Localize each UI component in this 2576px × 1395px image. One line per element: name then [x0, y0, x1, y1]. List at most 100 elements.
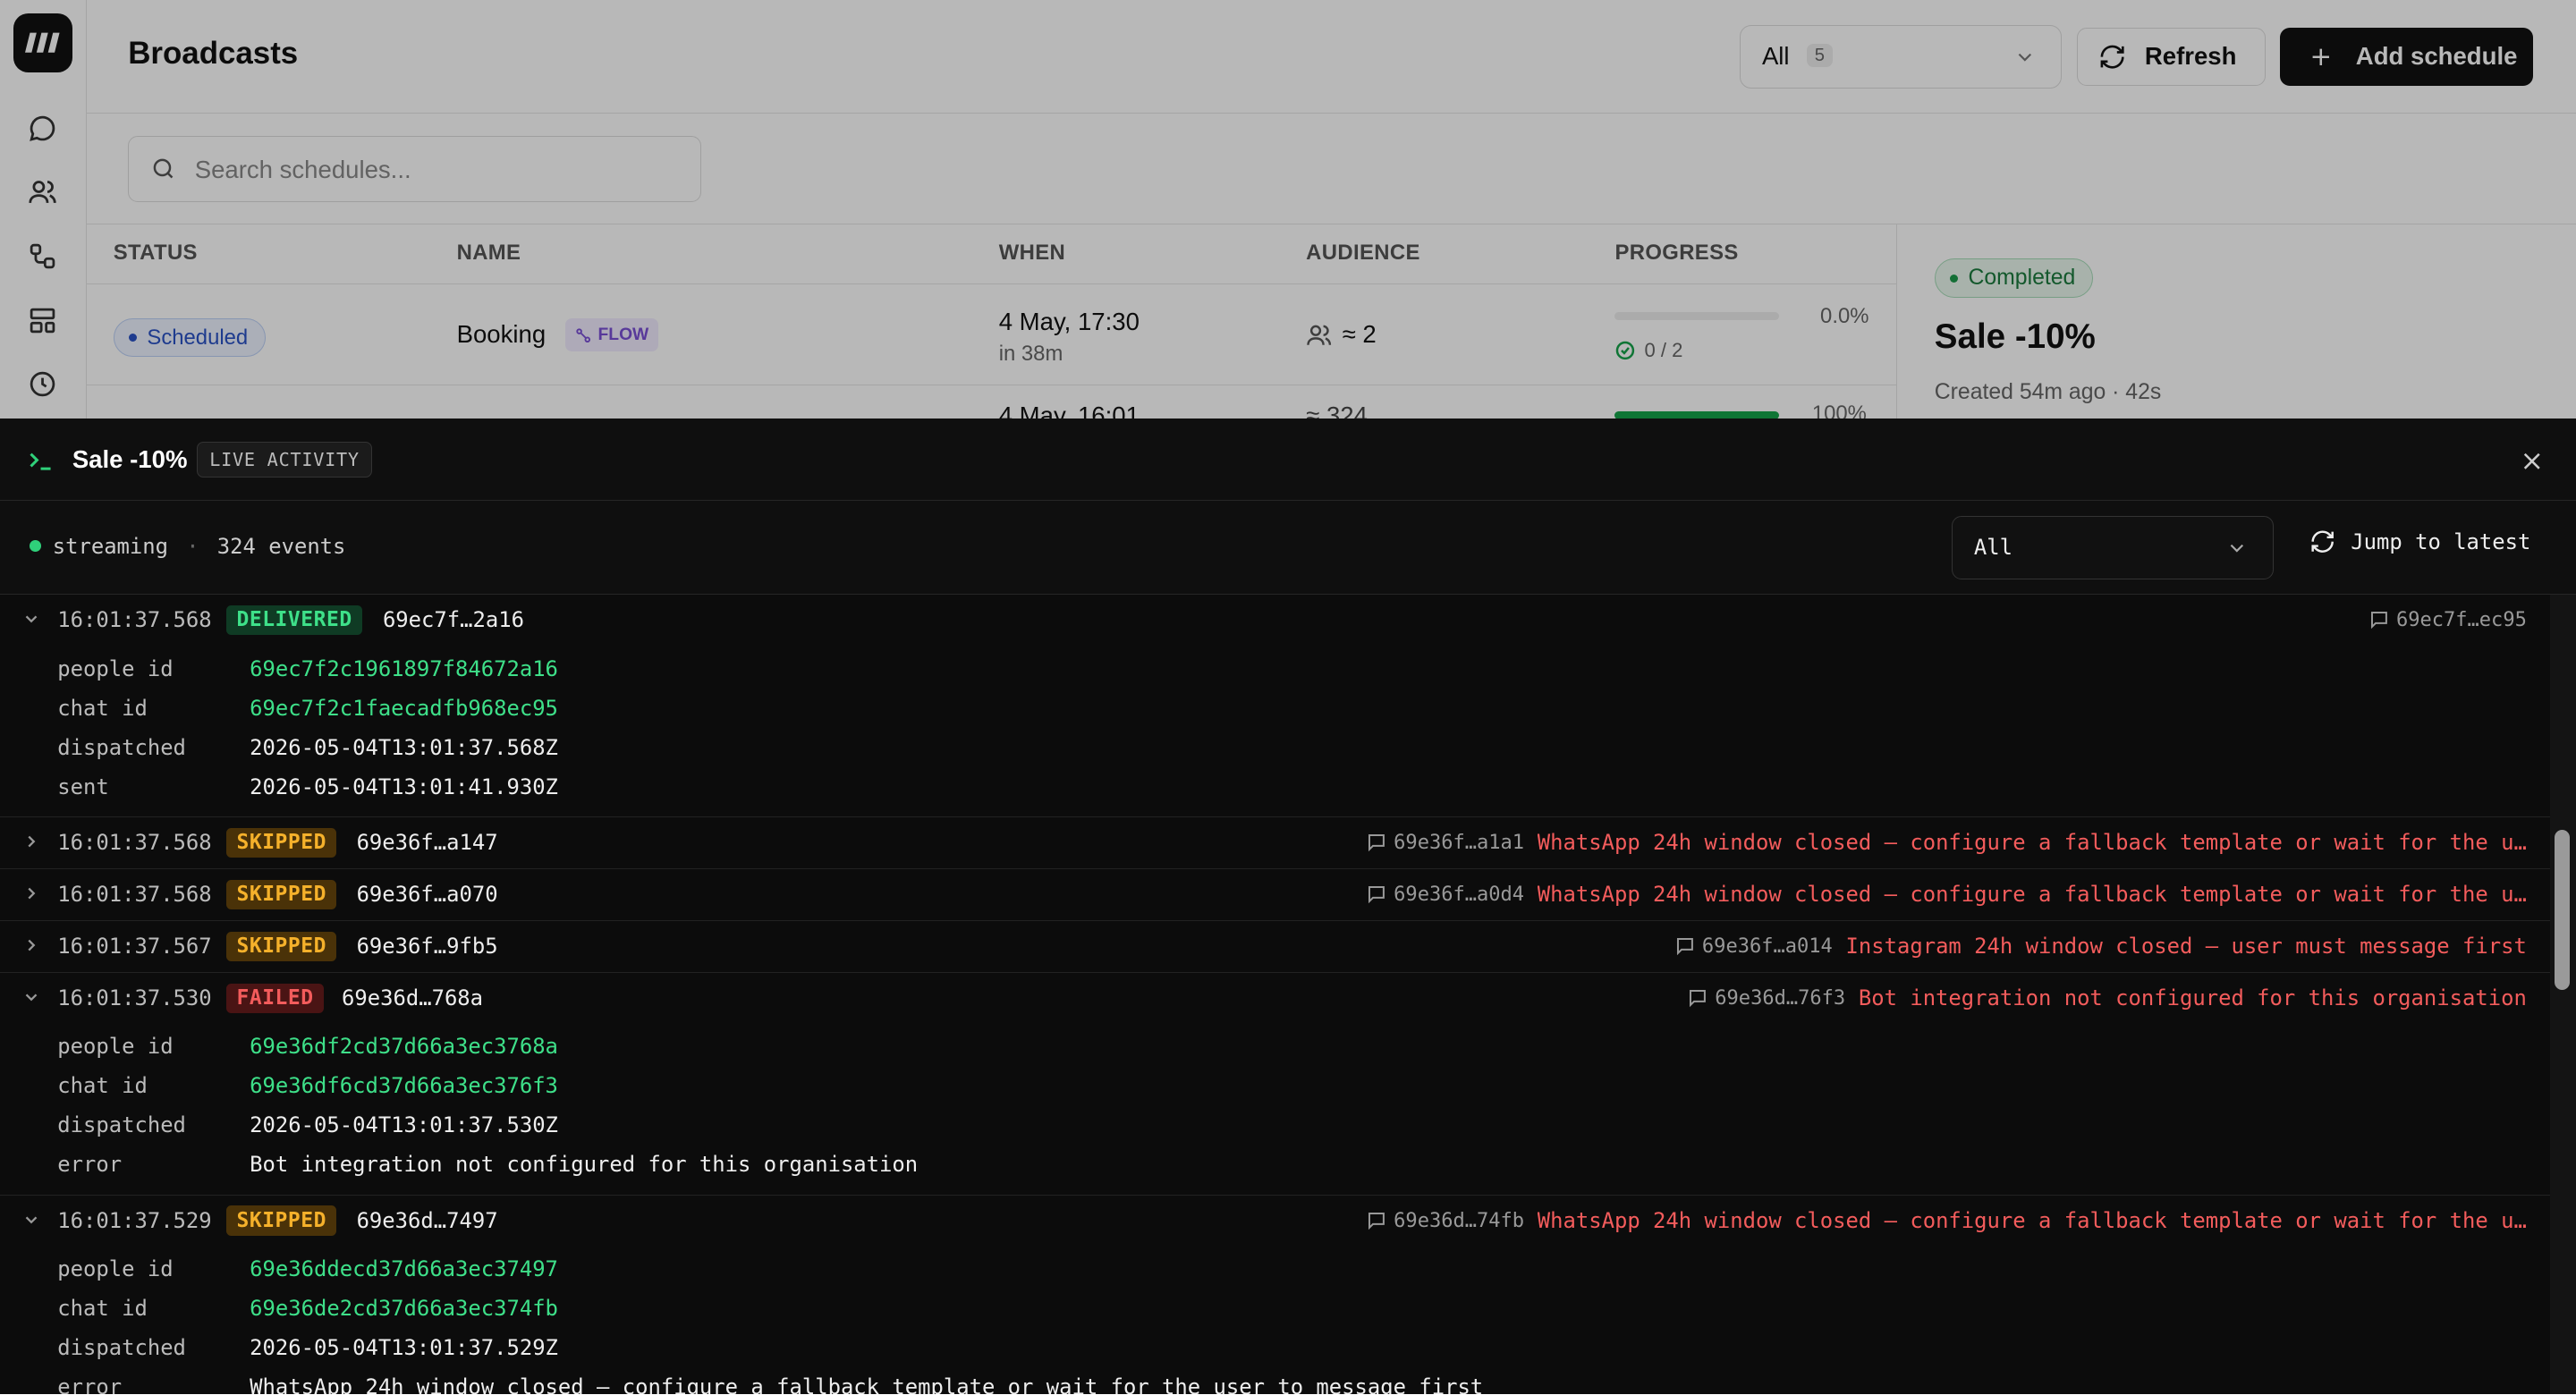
chat-ref-id: 69e36d…76f3	[1715, 986, 1846, 1010]
stream-status-label: streaming	[52, 533, 169, 559]
scrollbar[interactable]	[2549, 594, 2576, 1395]
message-square-icon	[1674, 935, 1696, 957]
detail-row: people id 69e36df2cd37d66a3ec3768a	[0, 1027, 2550, 1066]
message-square-icon	[2368, 609, 2390, 630]
event-row-header[interactable]: 16:01:37.567 SKIPPED 69e36f…9fb5 69e36f…a01…	[0, 921, 2550, 972]
event-row[interactable]: 16:01:37.568 SKIPPED 69e36f…a070 69e36f…a0d…	[0, 869, 2550, 921]
event-error-message: WhatsApp 24h window closed — configure a…	[1537, 1208, 2527, 1234]
live-activity-tag: LIVE ACTIVITY	[197, 442, 372, 478]
event-details: people id 69e36df2cd37d66a3ec3768a chat id…	[0, 1024, 2550, 1195]
event-error-message: WhatsApp 24h window closed — configure a…	[1537, 830, 2527, 856]
chevron-down-icon[interactable]	[21, 609, 41, 629]
event-status-badge: DELIVERED	[226, 604, 362, 635]
event-row-header[interactable]: 16:01:37.530 FAILED 69e36d…768a 69e36d…76f3…	[0, 973, 2550, 1024]
event-row[interactable]: 16:01:37.568 SKIPPED 69e36f…a147 69e36f…a1a…	[0, 817, 2550, 869]
event-row-header[interactable]: 16:01:37.529 SKIPPED 69e36d…7497 69e36d…74f…	[0, 1196, 2550, 1247]
detail-label: chat id	[57, 695, 148, 721]
event-row-header[interactable]: 16:01:37.568 SKIPPED 69e36f…a147 69e36f…a1a…	[0, 817, 2550, 868]
detail-row: dispatched 2026-05-04T13:01:37.529Z	[0, 1328, 2550, 1367]
event-details: people id 69ec7f2c1961897f84672a16 chat id…	[0, 646, 2550, 816]
detail-row: sent 2026-05-04T13:01:41.930Z	[0, 767, 2550, 807]
event-row[interactable]: 16:01:37.567 SKIPPED 69e36f…9fb5 69e36f…a01…	[0, 921, 2550, 973]
event-row-header[interactable]: 16:01:37.568 DELIVERED 69ec7f…2a16 69ec7f…e…	[0, 595, 2550, 646]
panel-toolbar: streaming · 324 events All Jump to lates…	[0, 501, 2576, 595]
detail-value-people-id[interactable]: 69e36df2cd37d66a3ec3768a	[250, 1034, 558, 1059]
chevron-right-icon[interactable]	[21, 884, 41, 903]
event-id: 69ec7f…2a16	[382, 607, 524, 633]
chevron-right-icon[interactable]	[21, 832, 41, 851]
detail-value-dispatched: 2026-05-04T13:01:37.568Z	[250, 734, 558, 760]
chat-ref-id: 69e36f…a014	[1701, 934, 1833, 958]
event-meta: 69ec7f…ec95	[2368, 609, 2527, 631]
event-meta: 69e36f…a014 Instagram 24h window closed —…	[1674, 934, 2527, 959]
event-error-message: Bot integration not configured for this …	[1858, 985, 2527, 1011]
event-filter-select[interactable]: All	[1951, 515, 2274, 580]
modal-backdrop[interactable]	[0, 0, 2576, 421]
terminal-icon	[26, 445, 55, 475]
close-icon[interactable]	[2517, 447, 2546, 477]
detail-label: chat id	[57, 1296, 148, 1322]
detail-label: error	[57, 1152, 123, 1178]
detail-label: people id	[57, 1256, 174, 1282]
event-timestamp: 16:01:37.568	[57, 607, 212, 633]
detail-label: dispatched	[57, 734, 186, 760]
detail-value-chat-id[interactable]: 69e36de2cd37d66a3ec374fb	[250, 1296, 558, 1321]
detail-value-error: WhatsApp 24h window closed — configure a…	[250, 1374, 1484, 1395]
event-timestamp: 16:01:37.568	[57, 882, 212, 908]
chat-ref-id: 69e36f…a0d4	[1394, 883, 1525, 906]
detail-value-people-id[interactable]: 69ec7f2c1961897f84672a16	[250, 656, 558, 681]
jump-to-latest-button[interactable]: Jump to latest	[2309, 528, 2530, 554]
event-id: 69e36d…768a	[342, 985, 484, 1011]
event-meta: 69e36d…76f3 Bot integration not configure…	[1687, 985, 2527, 1010]
event-status-badge: SKIPPED	[226, 931, 337, 961]
detail-value-chat-id[interactable]: 69e36df6cd37d66a3ec376f3	[250, 1073, 558, 1098]
detail-row: error Bot integration not configured for …	[0, 1145, 2550, 1184]
detail-label: error	[57, 1374, 123, 1395]
event-row-header[interactable]: 16:01:37.568 SKIPPED 69e36f…a070 69e36f…a0d…	[0, 869, 2550, 920]
detail-row: dispatched 2026-05-04T13:01:37.568Z	[0, 728, 2550, 767]
chat-ref[interactable]: 69e36f…a0d4	[1366, 884, 1524, 906]
panel-title: Sale -10%	[72, 444, 188, 473]
detail-row: people id 69ec7f2c1961897f84672a16	[0, 648, 2550, 688]
event-row[interactable]: 16:01:37.529 SKIPPED 69e36d…7497 69e36d…74f…	[0, 1196, 2550, 1395]
event-log: 16:01:37.568 DELIVERED 69ec7f…2a16 69ec7f…e…	[0, 595, 2550, 1394]
detail-label: people id	[57, 655, 174, 681]
chevron-right-icon[interactable]	[21, 935, 41, 955]
chevron-down-icon[interactable]	[21, 1210, 41, 1230]
chevron-down-icon[interactable]	[21, 987, 41, 1007]
panel-header: Sale -10% LIVE ACTIVITY	[0, 418, 2576, 502]
event-status-badge: SKIPPED	[226, 1205, 337, 1236]
chat-ref[interactable]: 69e36f…a014	[1674, 935, 1833, 958]
chat-ref[interactable]: 69e36f…a1a1	[1366, 832, 1524, 854]
event-timestamp: 16:01:37.529	[57, 1208, 212, 1234]
event-timestamp: 16:01:37.568	[57, 830, 212, 856]
detail-label: sent	[57, 774, 109, 799]
detail-value-chat-id[interactable]: 69ec7f2c1faecadfb968ec95	[250, 696, 558, 721]
chat-ref[interactable]: 69e36d…74fb	[1366, 1210, 1524, 1232]
detail-label: dispatched	[57, 1335, 186, 1361]
event-timestamp: 16:01:37.530	[57, 985, 212, 1011]
detail-row: chat id 69e36de2cd37d66a3ec374fb	[0, 1289, 2550, 1328]
detail-row: people id 69e36ddecd37d66a3ec37497	[0, 1249, 2550, 1289]
detail-value-people-id[interactable]: 69e36ddecd37d66a3ec37497	[250, 1256, 558, 1281]
event-row[interactable]: 16:01:37.568 DELIVERED 69ec7f…2a16 69ec7f…e…	[0, 595, 2550, 817]
chat-ref[interactable]: 69e36d…76f3	[1687, 987, 1845, 1010]
events-count: 324 events	[216, 533, 346, 559]
event-status-badge: SKIPPED	[226, 827, 337, 858]
message-square-icon	[1366, 1210, 1387, 1231]
live-activity-panel: Sale -10% LIVE ACTIVITY streaming · 324 …	[0, 418, 2576, 1395]
event-id: 69e36d…7497	[356, 1208, 498, 1234]
message-square-icon	[1366, 832, 1387, 853]
scrollbar-thumb[interactable]	[2555, 829, 2570, 991]
refresh-icon	[2309, 528, 2335, 554]
event-meta: 69e36f…a1a1 WhatsApp 24h window closed — …	[1366, 830, 2527, 855]
message-square-icon	[1687, 987, 1708, 1009]
event-error-message: WhatsApp 24h window closed — configure a…	[1537, 882, 2527, 908]
event-timestamp: 16:01:37.567	[57, 934, 212, 960]
detail-value-sent: 2026-05-04T13:01:41.930Z	[250, 774, 558, 799]
detail-label: people id	[57, 1034, 174, 1060]
detail-row: dispatched 2026-05-04T13:01:37.530Z	[0, 1105, 2550, 1145]
chat-ref[interactable]: 69ec7f…ec95	[2368, 609, 2527, 631]
event-row[interactable]: 16:01:37.530 FAILED 69e36d…768a 69e36d…76f3…	[0, 973, 2550, 1196]
chat-ref-id: 69e36f…a1a1	[1394, 831, 1525, 854]
